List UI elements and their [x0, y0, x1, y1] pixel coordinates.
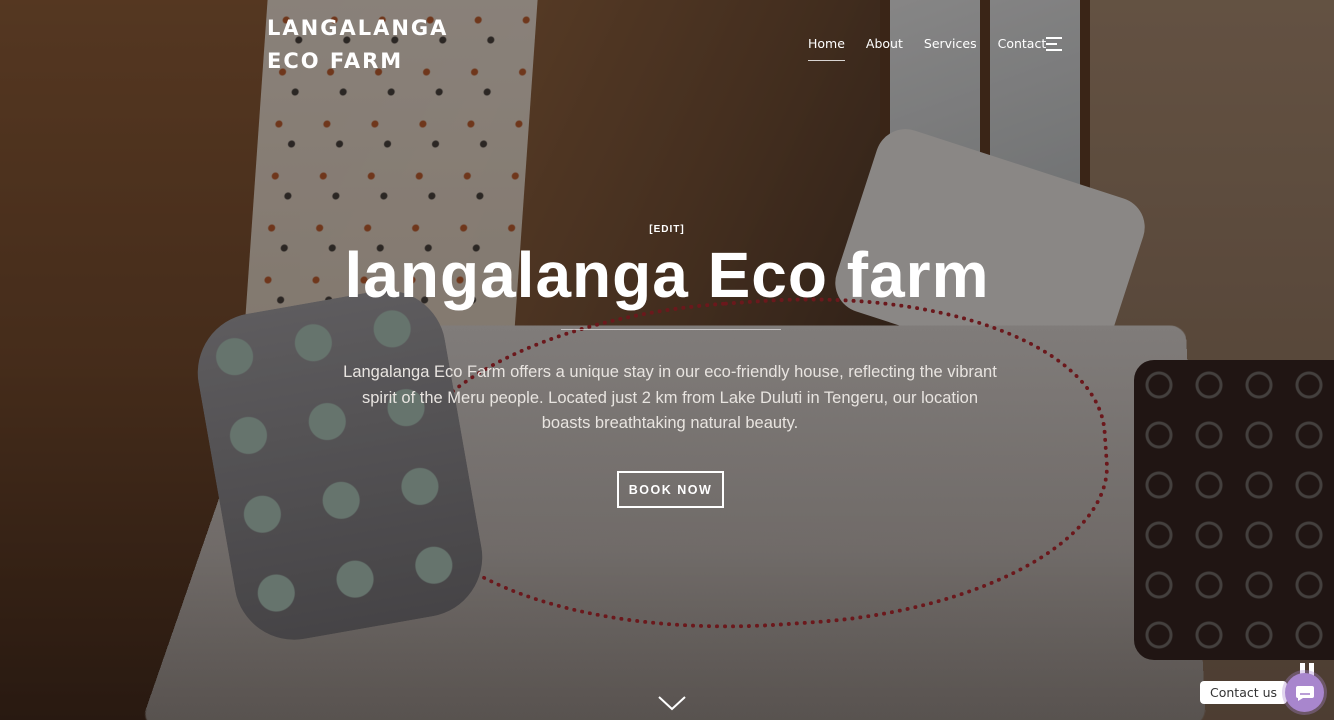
- contact-us-label[interactable]: Contact us: [1200, 681, 1294, 704]
- edit-link[interactable]: [EDIT]: [0, 224, 1334, 235]
- hero-title: langalanga Eco farm: [344, 239, 990, 311]
- book-now-button[interactable]: BOOK NOW: [617, 471, 724, 508]
- chat-button[interactable]: [1285, 673, 1324, 712]
- hamburger-icon[interactable]: [1046, 37, 1064, 51]
- nav-item-services[interactable]: Services: [924, 34, 977, 61]
- nav-item-home[interactable]: Home: [808, 34, 845, 61]
- hero-divider: [561, 329, 781, 330]
- nav-item-contact[interactable]: Contact: [998, 34, 1047, 61]
- chevron-down-icon[interactable]: [657, 694, 687, 712]
- hero-description: Langalanga Eco Farm offers a unique stay…: [343, 363, 997, 432]
- nav-item-about[interactable]: About: [866, 34, 903, 61]
- main-nav: Home About Services Contact: [808, 34, 1067, 61]
- site-logo[interactable]: LANGALANGA ECO FARM: [267, 12, 497, 78]
- chat-icon: [1295, 685, 1314, 701]
- site-header: LANGALANGA ECO FARM Home About Services …: [0, 0, 1334, 90]
